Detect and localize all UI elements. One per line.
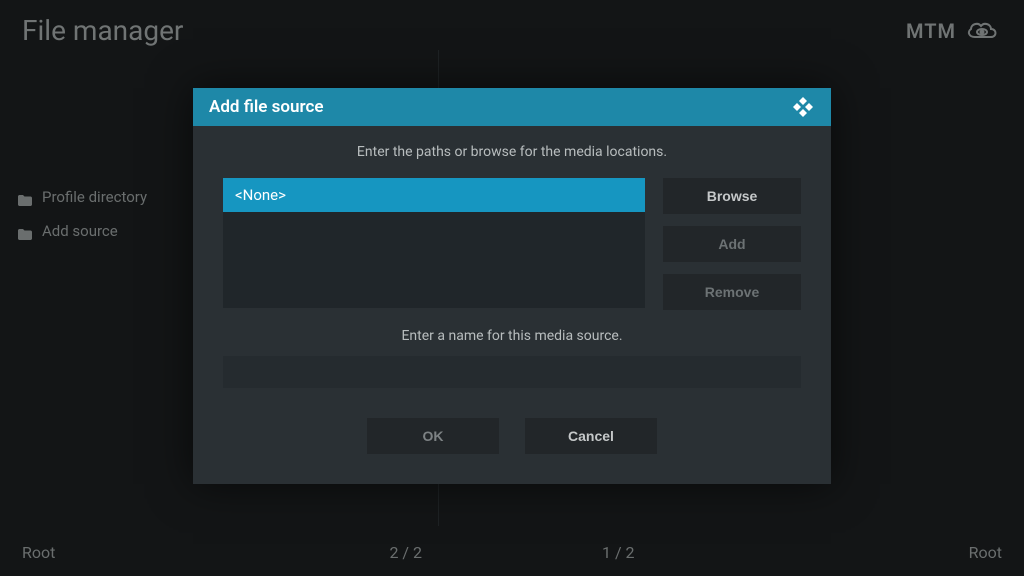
footer-right-count: 1 / 2 xyxy=(602,543,635,562)
name-instruction: Enter a name for this media source. xyxy=(223,328,801,344)
footer: Root 2 / 2 1 / 2 Root xyxy=(0,543,1024,562)
modal-backdrop: Add file source Enter the paths or brows… xyxy=(0,0,1024,576)
paths-list[interactable]: <None> xyxy=(223,178,645,308)
paths-instruction: Enter the paths or browse for the media … xyxy=(223,144,801,160)
add-button[interactable]: Add xyxy=(663,226,801,262)
browse-button[interactable]: Browse xyxy=(663,178,801,214)
ok-button[interactable]: OK xyxy=(367,418,499,454)
path-item-selected[interactable]: <None> xyxy=(223,178,645,212)
dialog-body: Enter the paths or browse for the media … xyxy=(193,126,831,484)
paths-row: <None> Browse Add Remove xyxy=(223,178,801,310)
path-side-buttons: Browse Add Remove xyxy=(663,178,801,310)
remove-button[interactable]: Remove xyxy=(663,274,801,310)
footer-center: 2 / 2 1 / 2 xyxy=(389,543,634,562)
dialog-footer-buttons: OK Cancel xyxy=(223,418,801,454)
footer-left-count: 2 / 2 xyxy=(389,543,422,562)
source-name-input[interactable] xyxy=(223,356,801,388)
dialog-title: Add file source xyxy=(209,97,323,117)
dialog-header: Add file source xyxy=(193,88,831,126)
kodi-logo-icon xyxy=(791,95,815,119)
add-file-source-dialog: Add file source Enter the paths or brows… xyxy=(193,88,831,484)
cancel-button[interactable]: Cancel xyxy=(525,418,657,454)
footer-left-label: Root xyxy=(22,543,55,562)
footer-right-label: Root xyxy=(969,543,1002,562)
